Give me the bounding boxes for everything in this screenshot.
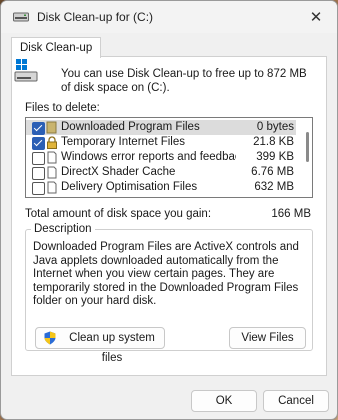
file-name: Downloaded Program Files — [61, 121, 200, 133]
drive-icon — [13, 11, 29, 23]
file-size: 0 bytes — [256, 121, 294, 133]
description-legend: Description — [31, 223, 95, 235]
lock-icon — [46, 136, 58, 149]
files-to-delete-label: Files to delete: — [25, 102, 100, 114]
file-name: Delivery Optimisation Files — [61, 181, 198, 193]
list-item[interactable]: Temporary Internet Files 21.8 KB — [26, 135, 296, 150]
description-text: Downloaded Program Files are ActiveX con… — [33, 241, 299, 307]
file-icon — [46, 181, 58, 194]
list-item[interactable]: DirectX Shader Cache 6.76 MB — [26, 165, 296, 180]
scrollbar-thumb[interactable] — [306, 132, 309, 162]
tab-disk-cleanup[interactable]: Disk Clean-up — [11, 37, 102, 58]
file-icon — [46, 166, 58, 179]
file-name: Windows error reports and feedback di... — [61, 151, 236, 163]
file-name: DirectX Shader Cache — [61, 166, 176, 178]
disk-cleanup-window: Disk Clean-up for (C:) ✕ Disk Clean-up Y… — [0, 0, 338, 420]
file-size: 399 KB — [256, 151, 294, 163]
ok-button[interactable]: OK — [191, 390, 257, 412]
file-size: 6.76 MB — [251, 166, 294, 178]
view-files-button[interactable]: View Files — [229, 327, 306, 349]
close-button[interactable]: ✕ — [301, 5, 331, 29]
checkbox[interactable] — [32, 167, 45, 180]
file-icon — [46, 151, 58, 164]
clean-up-system-files-button[interactable]: Clean up system files — [35, 327, 165, 364]
close-icon: ✕ — [309, 9, 323, 26]
info-text: You can use Disk Clean-up to free up to … — [61, 68, 307, 94]
file-size: 632 MB — [254, 181, 294, 193]
file-name: Temporary Internet Files — [61, 136, 185, 148]
window-title: Disk Clean-up for (C:) — [37, 10, 154, 24]
files-to-delete-list[interactable]: Downloaded Program Files 0 bytes Tempora… — [25, 117, 313, 198]
windows-drive-icon — [14, 59, 40, 83]
checkbox[interactable] — [32, 137, 45, 150]
list-item[interactable]: Downloaded Program Files 0 bytes — [26, 120, 296, 135]
total-label: Total amount of disk space you gain: — [25, 208, 212, 220]
folder-icon — [46, 121, 58, 134]
file-size: 21.8 KB — [253, 136, 294, 148]
list-item[interactable]: Delivery Optimisation Files 632 MB — [26, 180, 296, 195]
cancel-button[interactable]: Cancel — [263, 390, 329, 412]
list-item[interactable]: Windows error reports and feedback di...… — [26, 150, 296, 165]
uac-shield-icon — [44, 331, 56, 345]
checkbox[interactable] — [32, 152, 45, 165]
title-bar: Disk Clean-up for (C:) ✕ — [1, 1, 337, 33]
total-value: 166 MB — [271, 208, 311, 220]
checkbox[interactable] — [32, 182, 45, 195]
checkbox[interactable] — [32, 122, 45, 135]
clean-up-button-label: Clean up system files — [69, 332, 155, 364]
